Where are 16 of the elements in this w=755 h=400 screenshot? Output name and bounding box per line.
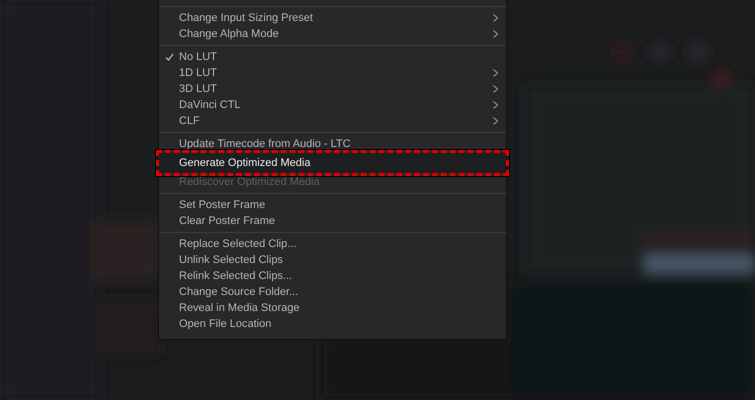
menu-item[interactable]: CLF [159,113,506,129]
menu-item[interactable]: No LUT [159,49,506,65]
menu-item[interactable]: 3D LUT [159,81,506,97]
menu-item[interactable]: Open File Location [159,316,506,332]
menu-item[interactable]: DaVinci CTL [159,97,506,113]
menu-item[interactable]: Relink Selected Clips... [159,268,506,284]
menu-item[interactable]: Replace Selected Clip... [159,236,506,252]
menu-item[interactable]: Reveal in Media Storage [159,300,506,316]
menu-item[interactable]: 1D LUT [159,65,506,81]
menu-item[interactable]: Update Timecode from Audio - LTC [159,136,506,152]
menu-item[interactable]: Change Alpha Mode [159,26,506,42]
menu-item[interactable]: Clear Poster Frame [159,213,506,229]
menu-item[interactable]: Unlink Selected Clips [159,252,506,268]
menu-item[interactable]: Change Input Sizing Preset [159,10,506,26]
menu-item[interactable]: Change Source Folder... [159,284,506,300]
menu-item[interactable]: Set Poster Frame [159,197,506,213]
